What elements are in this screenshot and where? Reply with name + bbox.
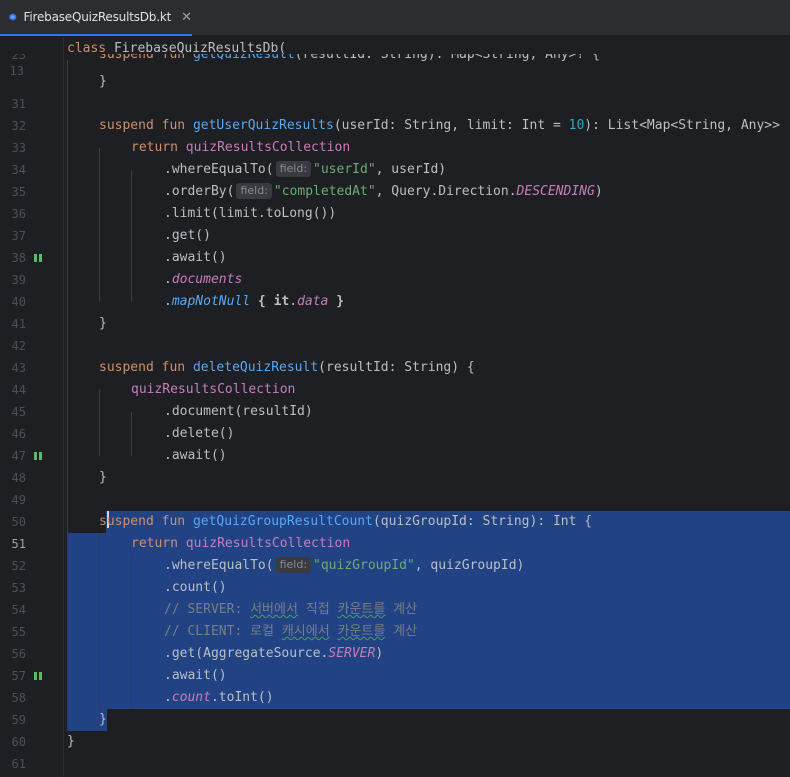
code-line-58[interactable]: 58 .await(): [0, 665, 790, 705]
line-number: 23: [11, 54, 26, 62]
code-line-36[interactable]: 36 .orderBy(field: "completedAt", Query.D…: [0, 181, 790, 221]
code-text: .whereEqualTo(field: "userId", userId): [164, 161, 447, 177]
code-line-31[interactable]: 31 }: [0, 71, 790, 111]
code-text: }: [67, 734, 75, 749]
code-text: return quizResultsCollection: [131, 536, 351, 551]
suspend-call-icon[interactable]: [34, 452, 42, 460]
code-line-52[interactable]: 52 return quizResultsCollection: [0, 533, 790, 573]
code-line-57[interactable]: 57 .get(AggregateSource.SERVER): [0, 643, 790, 683]
suspend-call-icon[interactable]: [34, 254, 42, 262]
code-line-33[interactable]: 33 suspend fun getUserQuizResults(userId…: [0, 115, 790, 155]
code-text: .document(resultId): [164, 404, 313, 419]
code-line-43[interactable]: 43: [0, 335, 790, 375]
code-line-60[interactable]: 60 }: [0, 709, 790, 749]
code-text: }: [99, 316, 107, 331]
code-text: .await(): [164, 250, 227, 265]
code-text: .count.toInt(): [164, 690, 274, 705]
code-line-55[interactable]: 55 // SERVER: 서버에서 직접 카운트를 계산: [0, 599, 790, 639]
code-line-40[interactable]: 40 .documents: [0, 269, 790, 309]
code-line-54[interactable]: 54 .count(): [0, 577, 790, 617]
code-text: .count(): [164, 580, 227, 595]
code-line-51[interactable]: 51 suspend fun getQuizGroupResultCount(q…: [0, 511, 790, 551]
code-text: }: [99, 74, 107, 89]
code-line-37[interactable]: 37 .limit(limit.toLong()): [0, 203, 790, 243]
code-line-42[interactable]: 42 }: [0, 313, 790, 353]
code-line-49[interactable]: 49 }: [0, 467, 790, 507]
code-text: }: [99, 470, 107, 485]
kotlin-file-icon: [9, 13, 17, 21]
editor-tab-bar: FirebaseQuizResultsDb.kt ✕: [0, 0, 790, 36]
code-text: .get(AggregateSource.SERVER): [164, 646, 384, 661]
parameter-hint: field:: [236, 183, 272, 199]
code-text: .await(): [164, 668, 227, 683]
code-line-59[interactable]: 59 .count.toInt(): [0, 687, 790, 727]
code-text: suspend fun getQuizResult(resultId: Stri…: [99, 54, 600, 62]
parameter-hint: field:: [275, 161, 312, 177]
code-line-23[interactable]: 23 suspend fun getQuizResult(resultId: S…: [0, 54, 790, 64]
close-icon[interactable]: ✕: [181, 10, 192, 25]
code-line-39[interactable]: 39 .await(): [0, 247, 790, 287]
tab-label: FirebaseQuizResultsDb.kt: [23, 10, 172, 24]
code-line-56[interactable]: 56 // CLIENT: 로컬 캐시에서 카운트를 계산: [0, 621, 790, 661]
code-comment: // CLIENT: 로컬 캐시에서 카운트를 계산: [164, 624, 418, 639]
code-line-32[interactable]: 32: [0, 93, 790, 133]
code-text: .mapNotNull { it.data }: [164, 294, 345, 309]
code-text: .whereEqualTo(field: "quizGroupId", quizG…: [164, 557, 525, 573]
code-editor[interactable]: 13 class FirebaseQuizResultsDb( 23 suspe…: [0, 38, 790, 777]
code-line-61[interactable]: 61 }: [0, 731, 790, 771]
code-text: suspend fun deleteQuizResult(resultId: S…: [99, 360, 475, 375]
code-text: .limit(limit.toLong()): [164, 206, 337, 221]
code-line-50[interactable]: 50: [0, 489, 790, 529]
code-text: .documents: [164, 272, 243, 287]
suspend-call-icon[interactable]: [34, 672, 42, 680]
code-line-45[interactable]: 45 quizResultsCollection: [0, 379, 790, 419]
code-text: .orderBy(field: "completedAt", Query.Dire…: [164, 183, 603, 199]
code-line-41[interactable]: 41 .mapNotNull { it.data }: [0, 291, 790, 331]
line-number: 61: [11, 757, 26, 771]
code-text: quizResultsCollection: [131, 382, 296, 397]
code-line-48[interactable]: 48 .await(): [0, 445, 790, 485]
code-line-44[interactable]: 44 suspend fun deleteQuizResult(resultId…: [0, 357, 790, 397]
code-text: suspend fun getUserQuizResults(userId: S…: [99, 118, 780, 133]
code-line-34[interactable]: 34 return quizResultsCollection: [0, 137, 790, 177]
code-comment: // SERVER: 서버에서 직접 카운트를 계산: [164, 602, 418, 617]
code-line-38[interactable]: 38 .get(): [0, 225, 790, 265]
code-text: }: [99, 712, 107, 727]
code-text: return quizResultsCollection: [131, 140, 351, 155]
code-line-53[interactable]: 53 .whereEqualTo(field: "quizGroupId", qu…: [0, 555, 790, 595]
code-line-47[interactable]: 47 .delete(): [0, 423, 790, 463]
code-line-46[interactable]: 46 .document(resultId): [0, 401, 790, 441]
code-text: suspend fun getQuizGroupResultCount(quiz…: [99, 511, 592, 533]
code-text: .get(): [164, 228, 211, 243]
code-text: .await(): [164, 448, 227, 463]
parameter-hint: field:: [275, 557, 312, 573]
code-text: .delete(): [164, 426, 235, 441]
code-line-35[interactable]: 35 .whereEqualTo(field: "userId", userId): [0, 159, 790, 199]
tab-firebase-quiz-results-db[interactable]: FirebaseQuizResultsDb.kt ✕: [0, 0, 192, 36]
